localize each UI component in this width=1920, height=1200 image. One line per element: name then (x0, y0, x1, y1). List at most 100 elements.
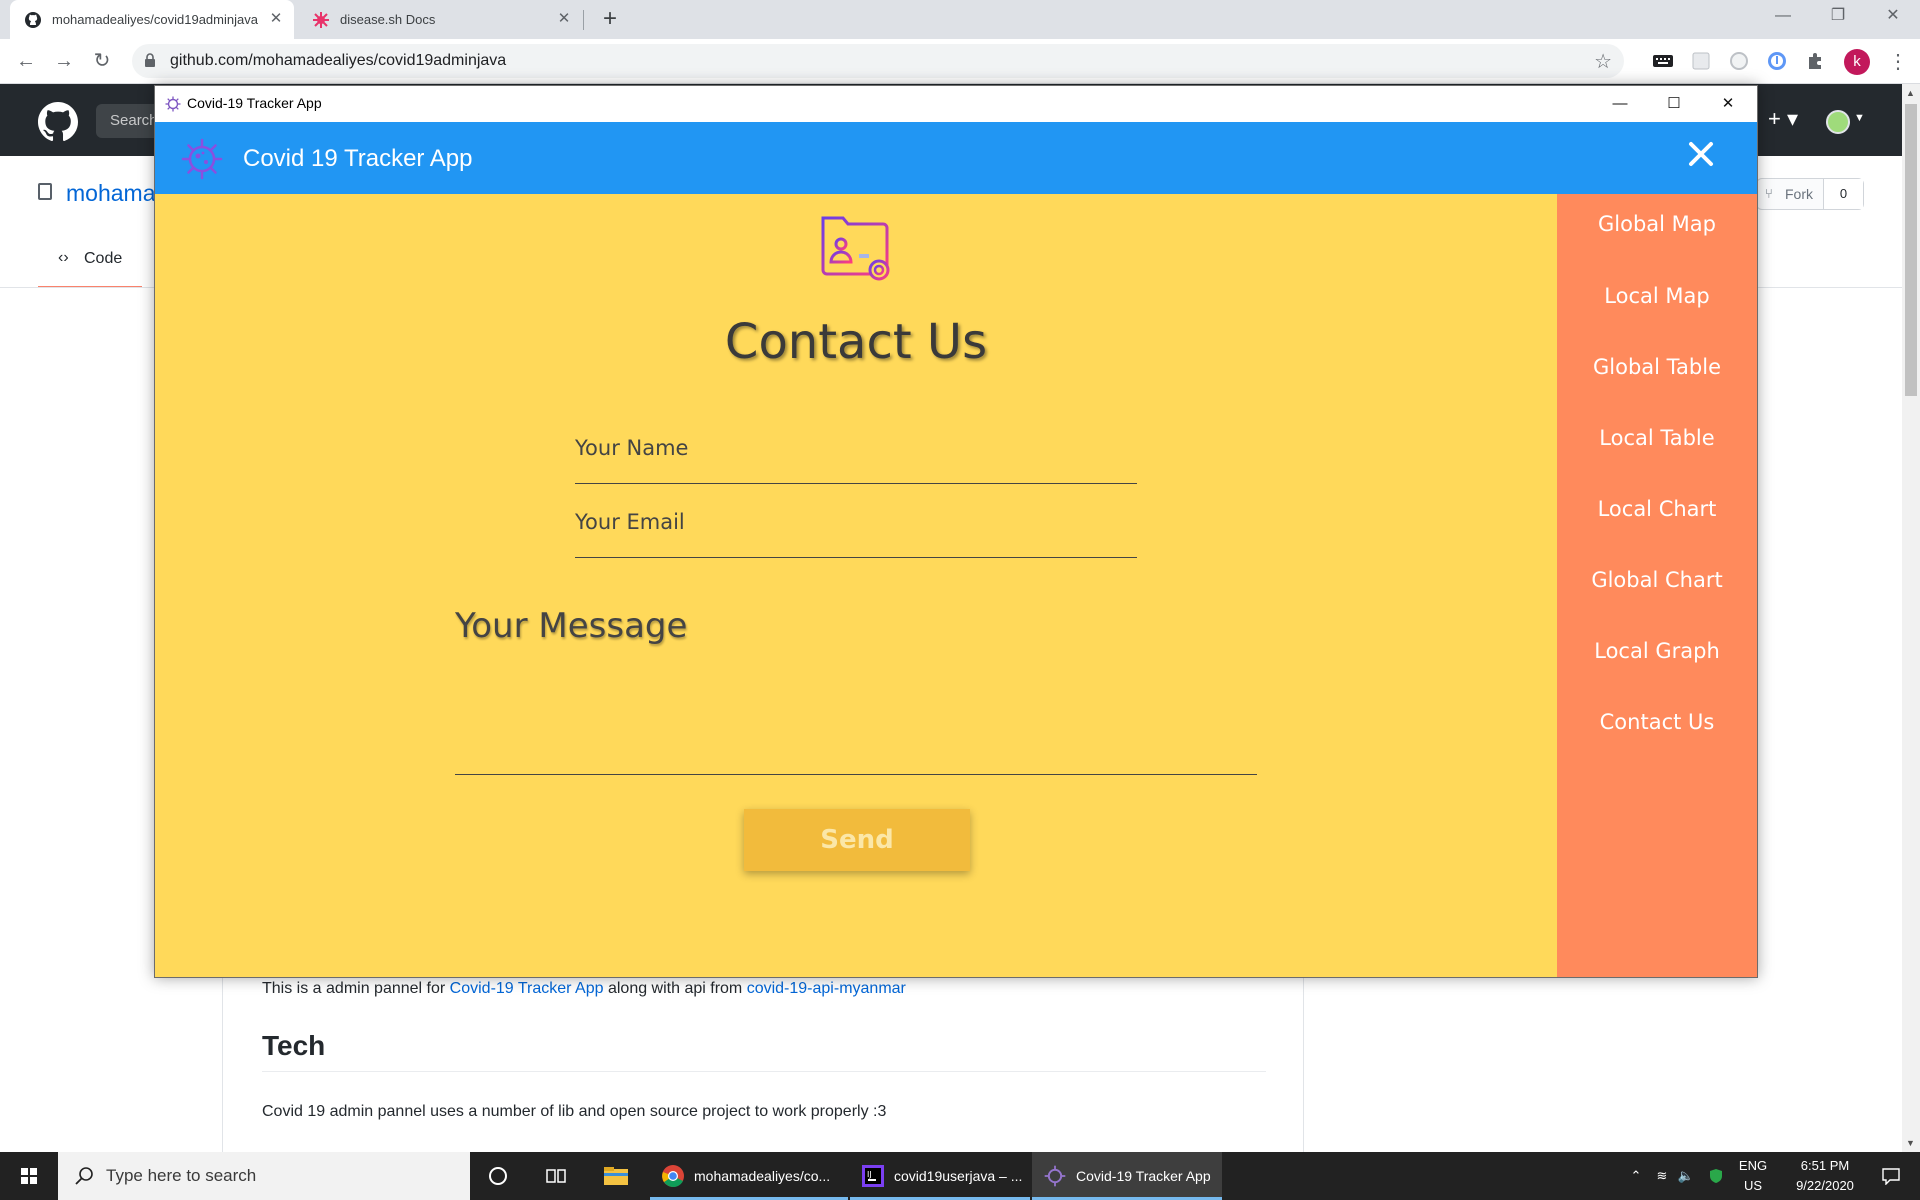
sidebar-item-local-map[interactable]: Local Map (1557, 284, 1757, 308)
send-button[interactable]: Send (744, 809, 970, 871)
show-hidden-icons-icon[interactable]: ⌃ (1622, 1152, 1650, 1200)
intellij-icon: IJ (860, 1163, 886, 1189)
cortana-icon[interactable] (472, 1152, 524, 1200)
disease-favicon-icon (312, 11, 330, 29)
reload-icon[interactable]: ↻ (88, 47, 116, 75)
back-icon[interactable]: ← (12, 47, 40, 75)
fork-icon: ⑂ (1765, 186, 1773, 201)
covid-app-icon (1042, 1163, 1068, 1189)
close-tab-icon[interactable]: ✕ (556, 11, 572, 27)
extension-icon[interactable] (1766, 50, 1788, 72)
app-sidebar: Global Map Local Map Global Table Local … (1557, 194, 1757, 977)
scroll-down-icon[interactable]: ▼ (1906, 1138, 1915, 1148)
github-logo-icon[interactable] (38, 102, 78, 142)
browser-tab-disease[interactable]: disease.sh Docs ✕ (298, 0, 582, 39)
github-search-input[interactable]: Search (96, 104, 158, 138)
repo-owner-link[interactable]: mohama (66, 180, 155, 207)
network-icon[interactable]: ≋ (1650, 1152, 1674, 1200)
taskbar-app-intellij[interactable]: IJ covid19userjava – ... (850, 1152, 1030, 1200)
windows-start-icon[interactable] (0, 1152, 58, 1200)
taskbar-search-box[interactable]: Type here to search (58, 1152, 470, 1200)
forward-icon[interactable]: → (50, 47, 78, 75)
minimize-icon[interactable]: — (1760, 0, 1806, 32)
file-explorer-icon[interactable] (590, 1152, 642, 1200)
code-icon: ‹› (58, 249, 69, 266)
close-window-icon[interactable]: ✕ (1870, 0, 1916, 32)
chevron-down-icon[interactable]: ▼ (1854, 112, 1865, 124)
volume-icon[interactable]: 🔈 (1674, 1152, 1698, 1200)
fork-count[interactable]: 0 (1823, 179, 1863, 209)
taskbar-app-chrome[interactable]: mohamadealiyes/co... (650, 1152, 848, 1200)
covid-tracker-app-link[interactable]: Covid-19 Tracker App (450, 980, 604, 997)
language-code: ENG (1738, 1158, 1768, 1173)
page-title: Contact Us (724, 314, 988, 370)
url-text: github.com/mohamadealiyes/covid19adminja… (170, 52, 507, 69)
repo-icon (38, 183, 52, 200)
app-header-title: Covid 19 Tracker App (243, 145, 473, 172)
tab-title: mohamadealiyes/covid19adminjava (52, 12, 258, 27)
github-create-new-icon[interactable]: + ▾ (1768, 106, 1798, 132)
sidebar-item-global-chart[interactable]: Global Chart (1557, 568, 1757, 592)
contact-page: Contact Us Your Name Your Email Your Mes… (155, 194, 1557, 977)
readme-intro-text: This is a admin pannel for (262, 980, 450, 997)
browser-toolbar: ← → ↻ github.com/mohamadealiyes/covid19a… (0, 39, 1920, 84)
taskbar-clock[interactable]: 6:51 PM 9/22/2020 (1780, 1156, 1870, 1196)
chrome-menu-icon[interactable]: ⋮ (1888, 50, 1908, 74)
sidebar-item-contact-us[interactable]: Contact Us (1557, 710, 1757, 734)
puzzle-extensions-icon[interactable] (1804, 50, 1826, 72)
readme-intro-text: along with api from (603, 980, 747, 997)
restore-icon[interactable]: ❐ (1815, 0, 1861, 32)
extension-icon[interactable] (1690, 50, 1712, 72)
name-field[interactable]: Your Name (575, 424, 1137, 484)
readme-intro: This is a admin pannel for Covid-19 Trac… (262, 980, 906, 998)
new-tab-icon[interactable]: + (596, 6, 624, 34)
lock-icon (145, 53, 155, 67)
github-user-avatar[interactable] (1826, 110, 1850, 134)
scroll-up-icon[interactable]: ▲ (1906, 88, 1915, 98)
browser-tabstrip: mohamadealiyes/covid19adminjava ✕ diseas… (0, 0, 1920, 39)
keyboard-extension-icon[interactable] (1652, 50, 1674, 72)
browser-tab-github[interactable]: mohamadealiyes/covid19adminjava ✕ (10, 0, 294, 39)
email-field[interactable]: Your Email (575, 498, 1137, 558)
address-bar[interactable]: github.com/mohamadealiyes/covid19adminja… (132, 44, 1624, 78)
clock-time: 6:51 PM (1800, 1158, 1850, 1173)
bookmark-star-icon[interactable]: ☆ (1594, 49, 1612, 74)
sidebar-item-local-table[interactable]: Local Table (1557, 426, 1757, 450)
app-close-icon[interactable]: ✕ (1701, 86, 1755, 122)
fork-button[interactable]: ⑂ Fork 0 (1756, 178, 1864, 210)
sidebar-item-local-chart[interactable]: Local Chart (1557, 497, 1757, 521)
tab-separator (583, 10, 584, 30)
email-placeholder: Your Email (575, 510, 685, 534)
sidebar-item-global-table[interactable]: Global Table (1557, 355, 1757, 379)
tab-code-label: Code (84, 250, 123, 267)
taskbar-search-placeholder: Type here to search (106, 1166, 257, 1185)
message-field[interactable] (455, 774, 1257, 775)
profile-avatar[interactable]: k (1844, 49, 1870, 75)
close-tab-icon[interactable]: ✕ (268, 11, 284, 27)
close-icon[interactable] (1681, 134, 1721, 174)
svg-text:IJ: IJ (867, 1170, 872, 1179)
extension-icon[interactable] (1728, 50, 1750, 72)
chrome-icon (660, 1163, 686, 1189)
taskbar-app-covid-tracker[interactable]: Covid-19 Tracker App (1032, 1152, 1222, 1200)
notifications-icon[interactable] (1870, 1152, 1912, 1200)
sidebar-item-global-map[interactable]: Global Map (1557, 212, 1757, 236)
security-shield-icon[interactable] (1704, 1152, 1728, 1200)
app-minimize-icon[interactable]: — (1593, 86, 1647, 122)
fork-label: Fork (1785, 186, 1813, 202)
input-language-indicator[interactable]: ENG US (1738, 1156, 1768, 1196)
tab-code[interactable]: ‹› Code (38, 238, 142, 288)
covid-api-myanmar-link[interactable]: covid-19-api-myanmar (747, 980, 906, 997)
covid-app-window: Covid-19 Tracker App — ☐ ✕ Covid 19 Trac… (154, 85, 1758, 978)
page-scrollbar[interactable]: ▲ ▼ (1902, 84, 1920, 1152)
task-view-icon[interactable] (530, 1152, 582, 1200)
app-maximize-icon[interactable]: ☐ (1647, 86, 1701, 122)
readme-description: Covid 19 admin pannel uses a number of l… (262, 1103, 887, 1120)
scrollbar-thumb[interactable] (1905, 104, 1917, 396)
sidebar-item-local-graph[interactable]: Local Graph (1557, 639, 1757, 663)
taskbar-app-label: covid19userjava – ... (894, 1168, 1023, 1184)
taskbar-app-label: mohamadealiyes/co... (694, 1168, 831, 1184)
search-icon (75, 1167, 93, 1185)
name-placeholder: Your Name (575, 436, 689, 460)
app-titlebar: Covid-19 Tracker App — ☐ ✕ (155, 86, 1757, 122)
